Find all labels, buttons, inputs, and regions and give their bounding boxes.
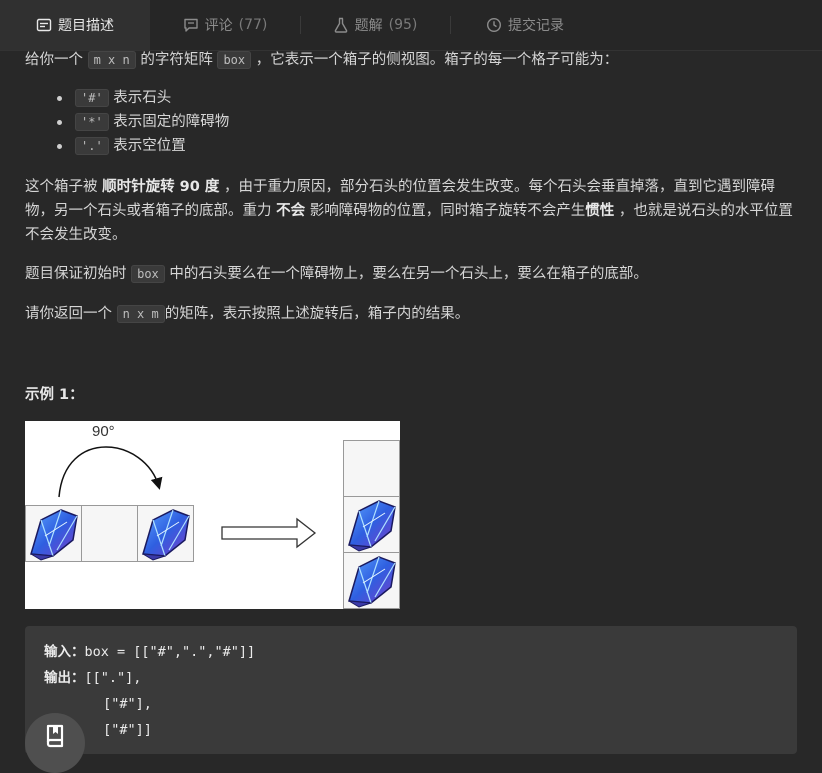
cell-types-list: '#' 表示石头 '*' 表示固定的障碍物 '.' 表示空位置 xyxy=(25,86,229,158)
mxn-code: m x n xyxy=(87,51,136,69)
box-code: box xyxy=(217,51,252,69)
tab-description-label: 题目描述 xyxy=(58,18,114,34)
tab-solutions-label: 题解 xyxy=(354,18,383,34)
tab-comments[interactable]: 评论 (77) xyxy=(150,0,300,50)
description-icon xyxy=(36,17,52,33)
input-line: 输入：box = [["#",".","#"]] xyxy=(44,644,256,660)
intro-paragraph: 给你一个 m x n 的字符矩阵 box ，它表示一个箱子的侧视图。箱子的每一个… xyxy=(25,51,619,69)
clock-icon xyxy=(486,17,502,33)
tab-comments-label: 评论 xyxy=(204,18,233,34)
solution-count: (95) xyxy=(388,17,418,33)
rotation-angle-label: 90° xyxy=(92,423,115,440)
output-line: ["#"], xyxy=(95,696,152,712)
rotation-arrow xyxy=(58,446,163,498)
tab-submissions[interactable]: 提交记录 xyxy=(450,0,600,50)
tab-solutions[interactable]: 题解 (95) xyxy=(300,0,450,50)
comment-icon xyxy=(183,17,199,33)
rotation-illustration: 90° xyxy=(25,423,400,609)
example-figure: 90° xyxy=(25,421,400,609)
list-item: '*' 表示固定的障碍物 xyxy=(25,110,229,134)
book-icon xyxy=(44,724,66,748)
output-line: 输出：[["."], xyxy=(44,670,142,686)
guarantee-paragraph: 题目保证初始时 box 中的石头要么在一个障碍物上，要么在另一个石头上，要么在箱… xyxy=(25,265,648,283)
rotation-paragraph: 这个箱子被 顺时针旋转 90 度 ，由于重力原因，部分石头的位置会发生改变。每个… xyxy=(25,179,793,243)
example-code-block: 输入：box = [["#",".","#"]] 输出：[["."], ["#"… xyxy=(25,626,797,754)
tab-bar: 题目描述 评论 (77) 题解 (95) 提交记录 xyxy=(0,0,822,51)
tab-submissions-label: 提交记录 xyxy=(508,18,564,34)
return-paragraph: 请你返回一个 n x m 的矩阵，表示按照上述旋转后，箱子内的结果。 xyxy=(25,305,470,323)
example-heading: 示例 1： xyxy=(25,387,84,403)
notes-button[interactable] xyxy=(25,713,85,773)
list-item: '.' 表示空位置 xyxy=(25,134,229,158)
right-arrow-icon xyxy=(221,517,317,549)
output-line: ["#"]] xyxy=(95,722,152,738)
tab-description[interactable]: 题目描述 xyxy=(0,0,150,50)
comment-count: (77) xyxy=(238,17,268,33)
box-code: box xyxy=(131,265,165,283)
flask-icon xyxy=(333,17,349,33)
list-item: '#' 表示石头 xyxy=(25,86,229,110)
nxm-code: n x m xyxy=(116,305,165,323)
